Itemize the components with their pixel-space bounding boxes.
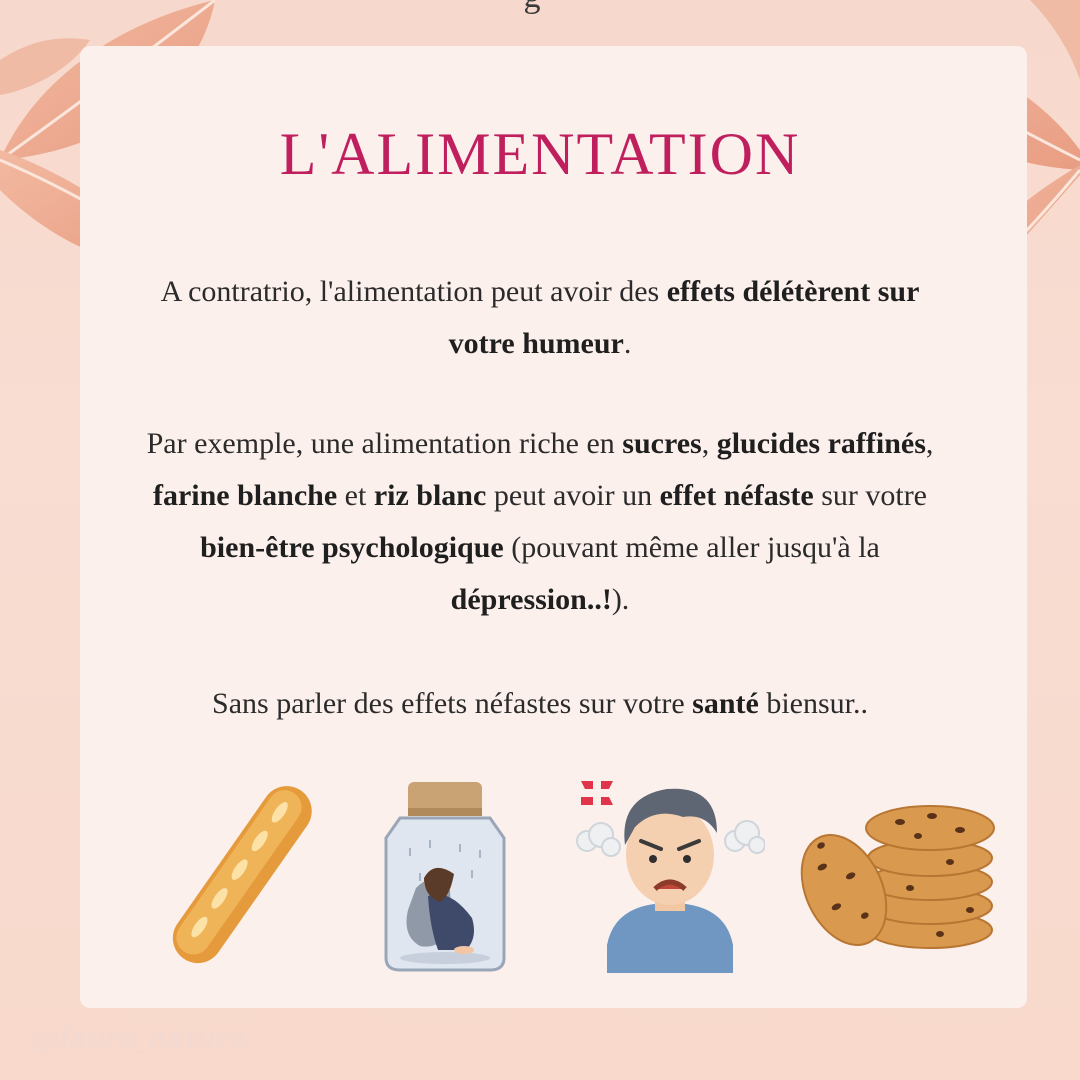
body-text: . (623, 327, 632, 360)
emphasis-text: dépression..! (450, 583, 612, 616)
paragraph-example: Par exemple, une alimentation riche en s… (140, 418, 940, 626)
body-text: Sans parler des effets néfastes sur votr… (212, 687, 693, 720)
body-text: , (925, 427, 934, 460)
emphasis-text: riz blanc (373, 479, 487, 512)
emphasis-text: bien-être psychologique (200, 531, 504, 564)
author-handle: @laure_naturo (34, 1024, 247, 1054)
body-text: sur votre (813, 479, 927, 512)
page-title: L'ALIMENTATION (279, 121, 801, 187)
emphasis-text: sucres (622, 427, 702, 460)
emphasis-text: glucides raffinés (716, 427, 926, 460)
body-text: , (701, 427, 717, 460)
body-text: biensur.. (758, 687, 868, 720)
body-text: et (337, 479, 374, 512)
sad-person-in-jar-illustration (384, 782, 506, 972)
angry-man-illustration (576, 781, 765, 973)
emphasis-text: santé (692, 687, 759, 720)
body-text: Par exemple, une alimentation riche en (146, 427, 623, 460)
paragraph-health: Sans parler des effets néfastes sur votr… (140, 678, 940, 730)
body-text: (pouvant même aller jusqu'à la (503, 531, 880, 564)
paragraph-effects: A contratrio, l'alimentation peut avoir … (140, 266, 940, 370)
body-text: peut avoir un (486, 479, 660, 512)
header-fragment: g (512, 0, 552, 16)
emphasis-text: effets (666, 275, 735, 308)
cookies-illustration (800, 805, 995, 949)
anger-symbol-icon (581, 781, 613, 805)
body-text: ). (611, 583, 630, 616)
body-text: A contratrio, l'alimentation peut avoir … (160, 275, 667, 308)
emphasis-text: effet néfaste (659, 479, 814, 512)
baguette-illustration (172, 786, 312, 964)
emphasis-text: farine blanche (152, 479, 338, 512)
